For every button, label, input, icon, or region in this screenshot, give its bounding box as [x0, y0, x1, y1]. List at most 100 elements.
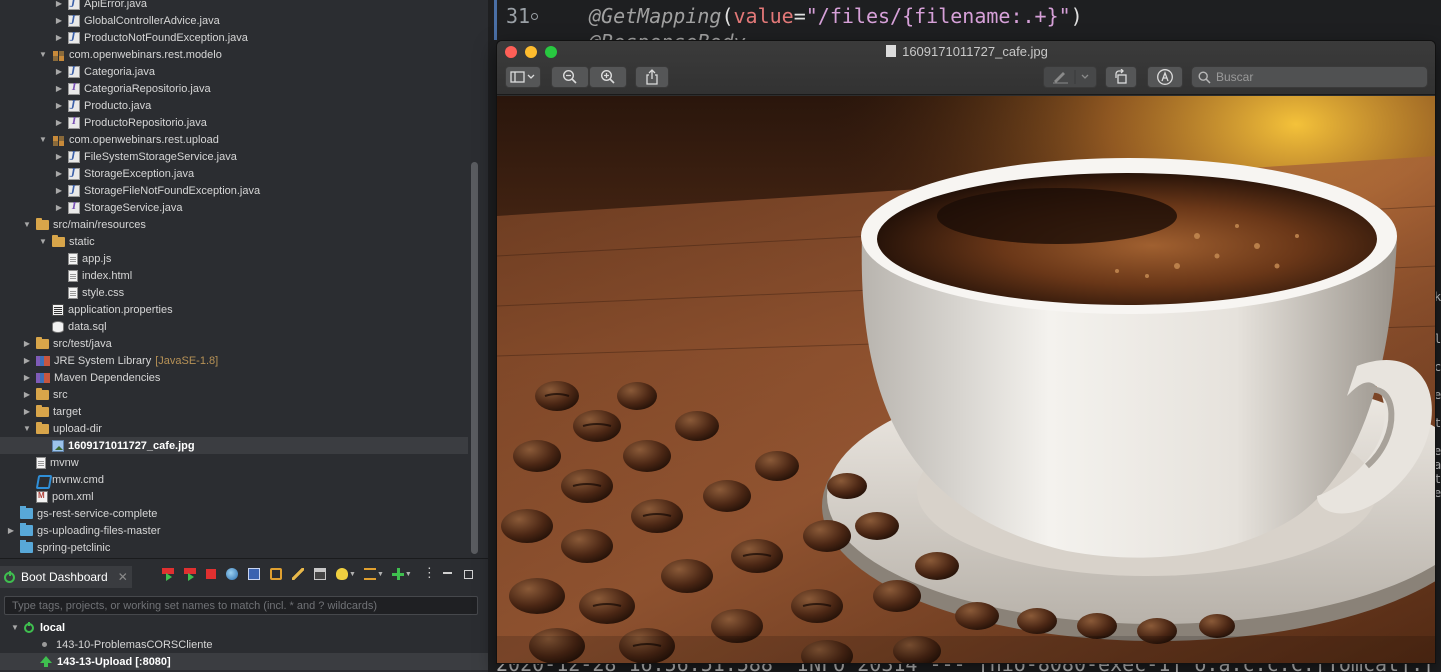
tree-item[interactable]: ▶ gs-uploading-files-master [0, 522, 468, 539]
tree-item[interactable]: gs-rest-service-complete [0, 505, 468, 522]
tab-boot-dashboard[interactable]: Boot Dashboard ✕ [0, 566, 132, 588]
tree-item[interactable]: ▶ StorageFileNotFoundException.java [0, 182, 468, 199]
collapsed-twisty-icon[interactable]: ▶ [22, 386, 32, 403]
collapsed-twisty-icon[interactable]: ▶ [54, 199, 64, 216]
tree-item[interactable]: ▶ StorageService.java [0, 199, 468, 216]
add-dropdown-caret-icon[interactable]: ▼ [405, 571, 412, 578]
tree-item[interactable]: spring-petclinic [0, 539, 468, 556]
minimize-icon[interactable] [442, 568, 454, 580]
zoom-out-button[interactable] [551, 66, 589, 88]
tree-item[interactable]: ▼ static [0, 233, 468, 250]
tree-item-label: Categoria.java [84, 65, 155, 78]
fold-marker-icon[interactable] [531, 13, 538, 20]
tree-item[interactable]: ▶ src [0, 386, 468, 403]
boot-local-row[interactable]: ▼ local [0, 619, 488, 636]
tree-item[interactable]: ▶ GlobalControllerAdvice.java [0, 12, 468, 29]
tree-item[interactable]: ▶ ProductoNotFoundException.java [0, 29, 468, 46]
collapsed-twisty-icon[interactable]: ▶ [22, 369, 32, 386]
tree-item[interactable]: ▶ target [0, 403, 468, 420]
collapsed-twisty-icon[interactable]: ▶ [54, 114, 64, 131]
tree-item[interactable]: data.sql [0, 318, 468, 335]
collapsed-twisty-icon[interactable]: ▶ [54, 29, 64, 46]
boot-filter-input[interactable] [12, 599, 477, 612]
tree-item[interactable]: ▶ Producto.java [0, 97, 468, 114]
swap-icon[interactable] [270, 568, 282, 580]
markup-toolbar-button[interactable] [1147, 66, 1183, 88]
open-console-icon[interactable] [248, 568, 260, 580]
tree-item[interactable]: ▼ com.openwebinars.rest.modelo [0, 46, 468, 63]
collapsed-twisty-icon[interactable]: ▶ [54, 97, 64, 114]
tree-item[interactable]: application.properties [0, 301, 468, 318]
kebab-menu-icon[interactable] [420, 565, 436, 581]
search-field[interactable] [1191, 66, 1428, 88]
collapsed-twisty-icon[interactable]: ▶ [22, 352, 32, 369]
open-browser-icon[interactable] [226, 568, 238, 580]
tree-item[interactable]: ▶ ProductoRepositorio.java [0, 114, 468, 131]
stop-icon[interactable] [206, 569, 216, 579]
tree-item[interactable]: app.js [0, 250, 468, 267]
boot-app-row[interactable]: 143-13-Upload [:8080] [0, 653, 488, 670]
edit-icon[interactable] [292, 568, 304, 580]
collapsed-twisty-icon[interactable]: ▶ [54, 12, 64, 29]
preview-titlebar[interactable]: 1609171011727_cafe.jpg [497, 41, 1435, 95]
tree-item[interactable]: ▼ src/main/resources [0, 216, 468, 233]
collapsed-twisty-icon[interactable]: ▶ [54, 165, 64, 182]
tips-dropdown-caret-icon[interactable]: ▼ [349, 571, 356, 578]
collapsed-twisty-icon[interactable]: ▶ [6, 522, 16, 539]
tree-item[interactable]: ▶ FileSystemStorageService.java [0, 148, 468, 165]
share-button[interactable] [635, 66, 669, 88]
collapsed-twisty-icon[interactable]: ▶ [54, 0, 64, 12]
expanded-twisty-icon[interactable]: ▼ [22, 420, 32, 437]
tree-item[interactable]: ▶ ApiError.java [0, 0, 468, 12]
tree-item[interactable]: ▶ src/test/java [0, 335, 468, 352]
expanded-twisty-icon[interactable]: ▼ [38, 131, 48, 148]
code-line[interactable]: @GetMapping(value="/files/{filename:.+}"… [589, 4, 1083, 28]
tree-item[interactable]: ▶ Categoria.java [0, 63, 468, 80]
boot-app-row[interactable]: 143-10-ProblemasCORSCliente [0, 636, 488, 653]
tree-item[interactable]: ▶ Maven Dependencies [0, 369, 468, 386]
tips-bulb-icon[interactable] [336, 568, 348, 580]
expanded-twisty-icon[interactable]: ▼ [10, 619, 20, 636]
search-icon [1198, 70, 1211, 84]
tree-scrollbar[interactable] [471, 162, 478, 554]
expanded-twisty-icon[interactable]: ▼ [22, 216, 32, 233]
boot-filter-field[interactable] [4, 596, 478, 615]
tree-item[interactable]: 1609171011727_cafe.jpg [0, 437, 468, 454]
tree-item[interactable]: pom.xml [0, 488, 468, 505]
tree-item-label: StorageFileNotFoundException.java [84, 184, 261, 197]
markup-pen-button[interactable] [1043, 66, 1097, 88]
properties-window-icon[interactable] [314, 568, 326, 580]
tree-item[interactable]: ▼ com.openwebinars.rest.upload [0, 131, 468, 148]
collapsed-twisty-icon[interactable]: ▶ [54, 80, 64, 97]
tree-item[interactable]: mvnw [0, 454, 468, 471]
tree-item[interactable]: mvnw.cmd [0, 471, 468, 488]
sidebar-toggle-button[interactable] [505, 66, 541, 88]
tree-item[interactable]: index.html [0, 267, 468, 284]
boot-dashboard-toolbar: ▼ ▼ ▼ [162, 565, 483, 581]
debug-restart-icon[interactable] [184, 568, 196, 581]
collapsed-twisty-icon[interactable]: ▶ [22, 403, 32, 420]
add-icon[interactable] [391, 568, 404, 580]
filter-icon[interactable] [363, 568, 376, 580]
tree-item[interactable]: ▼ upload-dir [0, 420, 468, 437]
collapsed-twisty-icon[interactable]: ▶ [54, 148, 64, 165]
tree-item[interactable]: ▶ StorageException.java [0, 165, 468, 182]
editor-change-marker [494, 0, 497, 40]
collapsed-twisty-icon[interactable]: ▶ [22, 335, 32, 352]
collapsed-twisty-icon[interactable]: ▶ [54, 182, 64, 199]
maximize-icon[interactable] [463, 569, 473, 579]
restart-icon[interactable] [162, 568, 174, 581]
collapsed-twisty-icon[interactable]: ▶ [54, 63, 64, 80]
tree-item[interactable]: ▶ CategoriaRepositorio.java [0, 80, 468, 97]
tree-item[interactable]: ▶ JRE System Library [JavaSE-1.8] [0, 352, 468, 369]
close-tab-icon[interactable]: ✕ [118, 570, 128, 584]
expanded-twisty-icon[interactable]: ▼ [38, 46, 48, 63]
expanded-twisty-icon[interactable]: ▼ [38, 233, 48, 250]
rotate-button[interactable] [1105, 66, 1137, 88]
filter-dropdown-caret-icon[interactable]: ▼ [377, 571, 384, 578]
search-input[interactable] [1216, 70, 1416, 84]
tree-item[interactable]: style.css [0, 284, 468, 301]
zoom-in-button[interactable] [589, 66, 627, 88]
